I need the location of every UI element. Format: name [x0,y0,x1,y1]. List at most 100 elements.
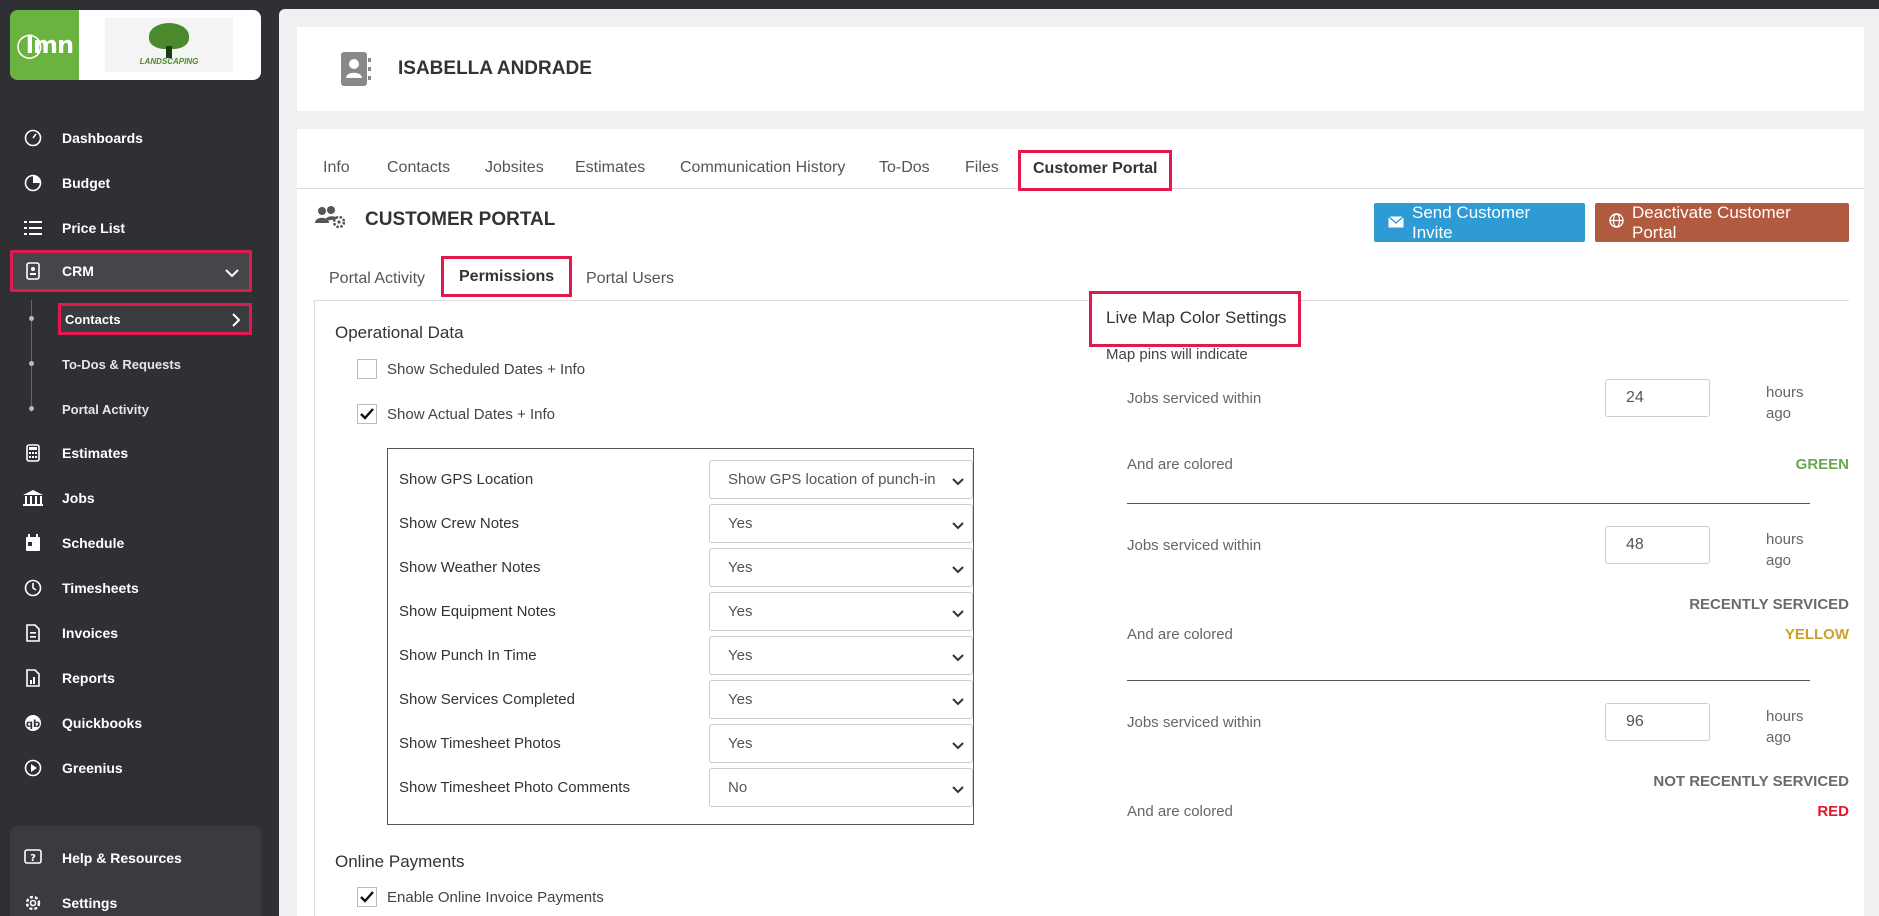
jobs-serviced-label-3: Jobs serviced within [1127,714,1262,731]
lmn-logo-text: lmn [25,31,74,59]
sidebar-item-label: Settings [62,895,118,911]
deactivate-customer-portal-button[interactable]: Deactivate Customer Portal [1595,203,1849,242]
sidebar-item-greenius[interactable]: Greenius [10,747,252,789]
tab-jobsites[interactable]: Jobsites [485,159,544,177]
sidebar-item-label: Price List [62,220,126,236]
tab-todos[interactable]: To-Dos [879,159,930,177]
jobs-serviced-label-1: Jobs serviced within [1127,390,1262,407]
sidebar-subitem-portal-activity[interactable]: Portal Activity [62,393,149,425]
globe-icon [1609,212,1624,233]
chevron-down-icon [952,649,964,666]
logo-area[interactable]: ◯ lmn LANDSCAPING [10,10,261,80]
hours-input-2[interactable]: 48 [1605,526,1710,564]
sidebar-subitem-contacts[interactable]: Contacts [58,303,252,335]
gps-location-select[interactable]: Show GPS location of punch-in [709,460,973,499]
live-map-title: Live Map Color Settings [1089,291,1301,347]
timesheet-photos-select[interactable]: Yes [709,724,973,763]
hours-ago-label-2: hours ago [1766,531,1804,569]
sidebar-item-settings[interactable]: Settings [10,882,252,916]
sidebar-item-label: Estimates [62,445,129,461]
chevron-down-icon [225,265,239,281]
tab-estimates[interactable]: Estimates [575,159,645,177]
tab-communication-history[interactable]: Communication History [680,159,845,177]
sidebar-subitem-todos[interactable]: To-Dos & Requests [62,348,181,380]
punch-in-time-select[interactable]: Yes [709,636,973,675]
colored-label-3: And are colored [1127,803,1233,820]
sidebar-item-invoices[interactable]: Invoices [10,612,252,654]
report-icon [22,667,44,689]
portal-title: CUSTOMER PORTAL [365,208,556,230]
show-scheduled-dates-checkbox[interactable] [357,359,377,379]
sidebar-item-label: Greenius [62,760,123,776]
lmn-logo[interactable]: ◯ lmn [10,10,79,80]
sidebar-item-schedule[interactable]: Schedule [10,522,252,564]
contact-card-icon [341,52,371,91]
photo-comments-select[interactable]: No [709,768,973,807]
status-not-recently-serviced: NOT RECENTLY SERVICED [1653,773,1849,790]
sidebar-item-quickbooks[interactable]: qb Quickbooks [10,702,252,744]
tab-info[interactable]: Info [323,159,350,177]
enable-online-payments-checkbox[interactable] [357,887,377,907]
clock-icon [22,577,44,599]
online-payments-row[interactable]: Enable Online Invoice Payments [357,887,604,907]
chevron-down-icon [952,473,964,490]
sidebar-item-jobs[interactable]: Jobs [10,477,252,519]
sidebar-item-crm[interactable]: CRM [10,250,252,292]
subtab-portal-users[interactable]: Portal Users [586,270,674,288]
page-title: ISABELLA ANDRADE [398,58,592,79]
invoice-icon [22,622,44,644]
equipment-notes-select[interactable]: Yes [709,592,973,631]
status-recently-serviced: RECENTLY SERVICED [1689,596,1849,613]
tab-customer-portal[interactable]: Customer Portal [1018,150,1173,191]
show-actual-dates-checkbox[interactable] [357,404,377,424]
sidebar-item-label: CRM [62,263,94,279]
color-red: RED [1817,803,1849,820]
show-actual-dates-row[interactable]: Show Actual Dates + Info [357,404,555,424]
color-green: GREEN [1795,456,1849,473]
sidebar-item-label: Reports [62,670,115,686]
contact-tabs: Info Contacts Jobsites Estimates Communi… [297,149,1864,191]
subtab-permissions[interactable]: Permissions [441,256,573,297]
crew-notes-select[interactable]: Yes [709,504,973,543]
gear-icon [22,892,44,914]
building-icon [22,487,44,509]
option-row-gps: Show GPS Location Show GPS location of p… [399,460,973,500]
sidebar-item-label: Jobs [62,490,95,506]
option-row-photo-comments: Show Timesheet Photo Comments No [399,768,973,808]
hours-input-3[interactable]: 96 [1605,703,1710,741]
send-customer-invite-button[interactable]: Send Customer Invite [1374,203,1585,242]
envelope-icon [1388,213,1404,233]
option-row-services-completed: Show Services Completed Yes [399,680,973,720]
chevron-down-icon [952,693,964,710]
services-completed-select[interactable]: Yes [709,680,973,719]
hours-ago-label-3: hours ago [1766,708,1804,746]
divider [1127,503,1810,504]
colored-label-1: And are colored [1127,456,1233,473]
sidebar-item-label: Invoices [62,625,119,641]
company-logo-text: LANDSCAPING [139,57,199,66]
sidebar-item-timesheets[interactable]: Timesheets [10,567,252,609]
online-payments-title: Online Payments [335,852,465,871]
option-row-weather-notes: Show Weather Notes Yes [399,548,973,588]
show-scheduled-dates-row[interactable]: Show Scheduled Dates + Info [357,359,585,379]
sidebar-item-price-list[interactable]: Price List [10,207,252,249]
help-icon: ? [22,847,44,869]
subtab-portal-activity[interactable]: Portal Activity [329,270,425,288]
sidebar-item-estimates[interactable]: Estimates [10,432,252,474]
option-row-timesheet-photos: Show Timesheet Photos Yes [399,724,973,764]
jobs-serviced-label-2: Jobs serviced within [1127,537,1262,554]
chevron-down-icon [952,737,964,754]
tab-files[interactable]: Files [965,159,999,177]
sidebar: ◯ lmn LANDSCAPING Dashboards Budget Price… [0,0,279,916]
sidebar-item-label: Schedule [62,535,125,551]
sidebar-item-reports[interactable]: Reports [10,657,252,699]
sidebar-item-label: Help & Resources [62,850,182,866]
hours-input-1[interactable]: 24 [1605,379,1710,417]
sidebar-item-budget[interactable]: Budget [10,162,252,204]
tab-contacts[interactable]: Contacts [387,159,450,177]
sidebar-item-help[interactable]: ? Help & Resources [10,837,252,879]
color-yellow: YELLOW [1784,626,1849,643]
weather-notes-select[interactable]: Yes [709,548,973,587]
sidebar-item-dashboards[interactable]: Dashboards [10,117,252,159]
quickbooks-icon: qb [22,712,44,734]
